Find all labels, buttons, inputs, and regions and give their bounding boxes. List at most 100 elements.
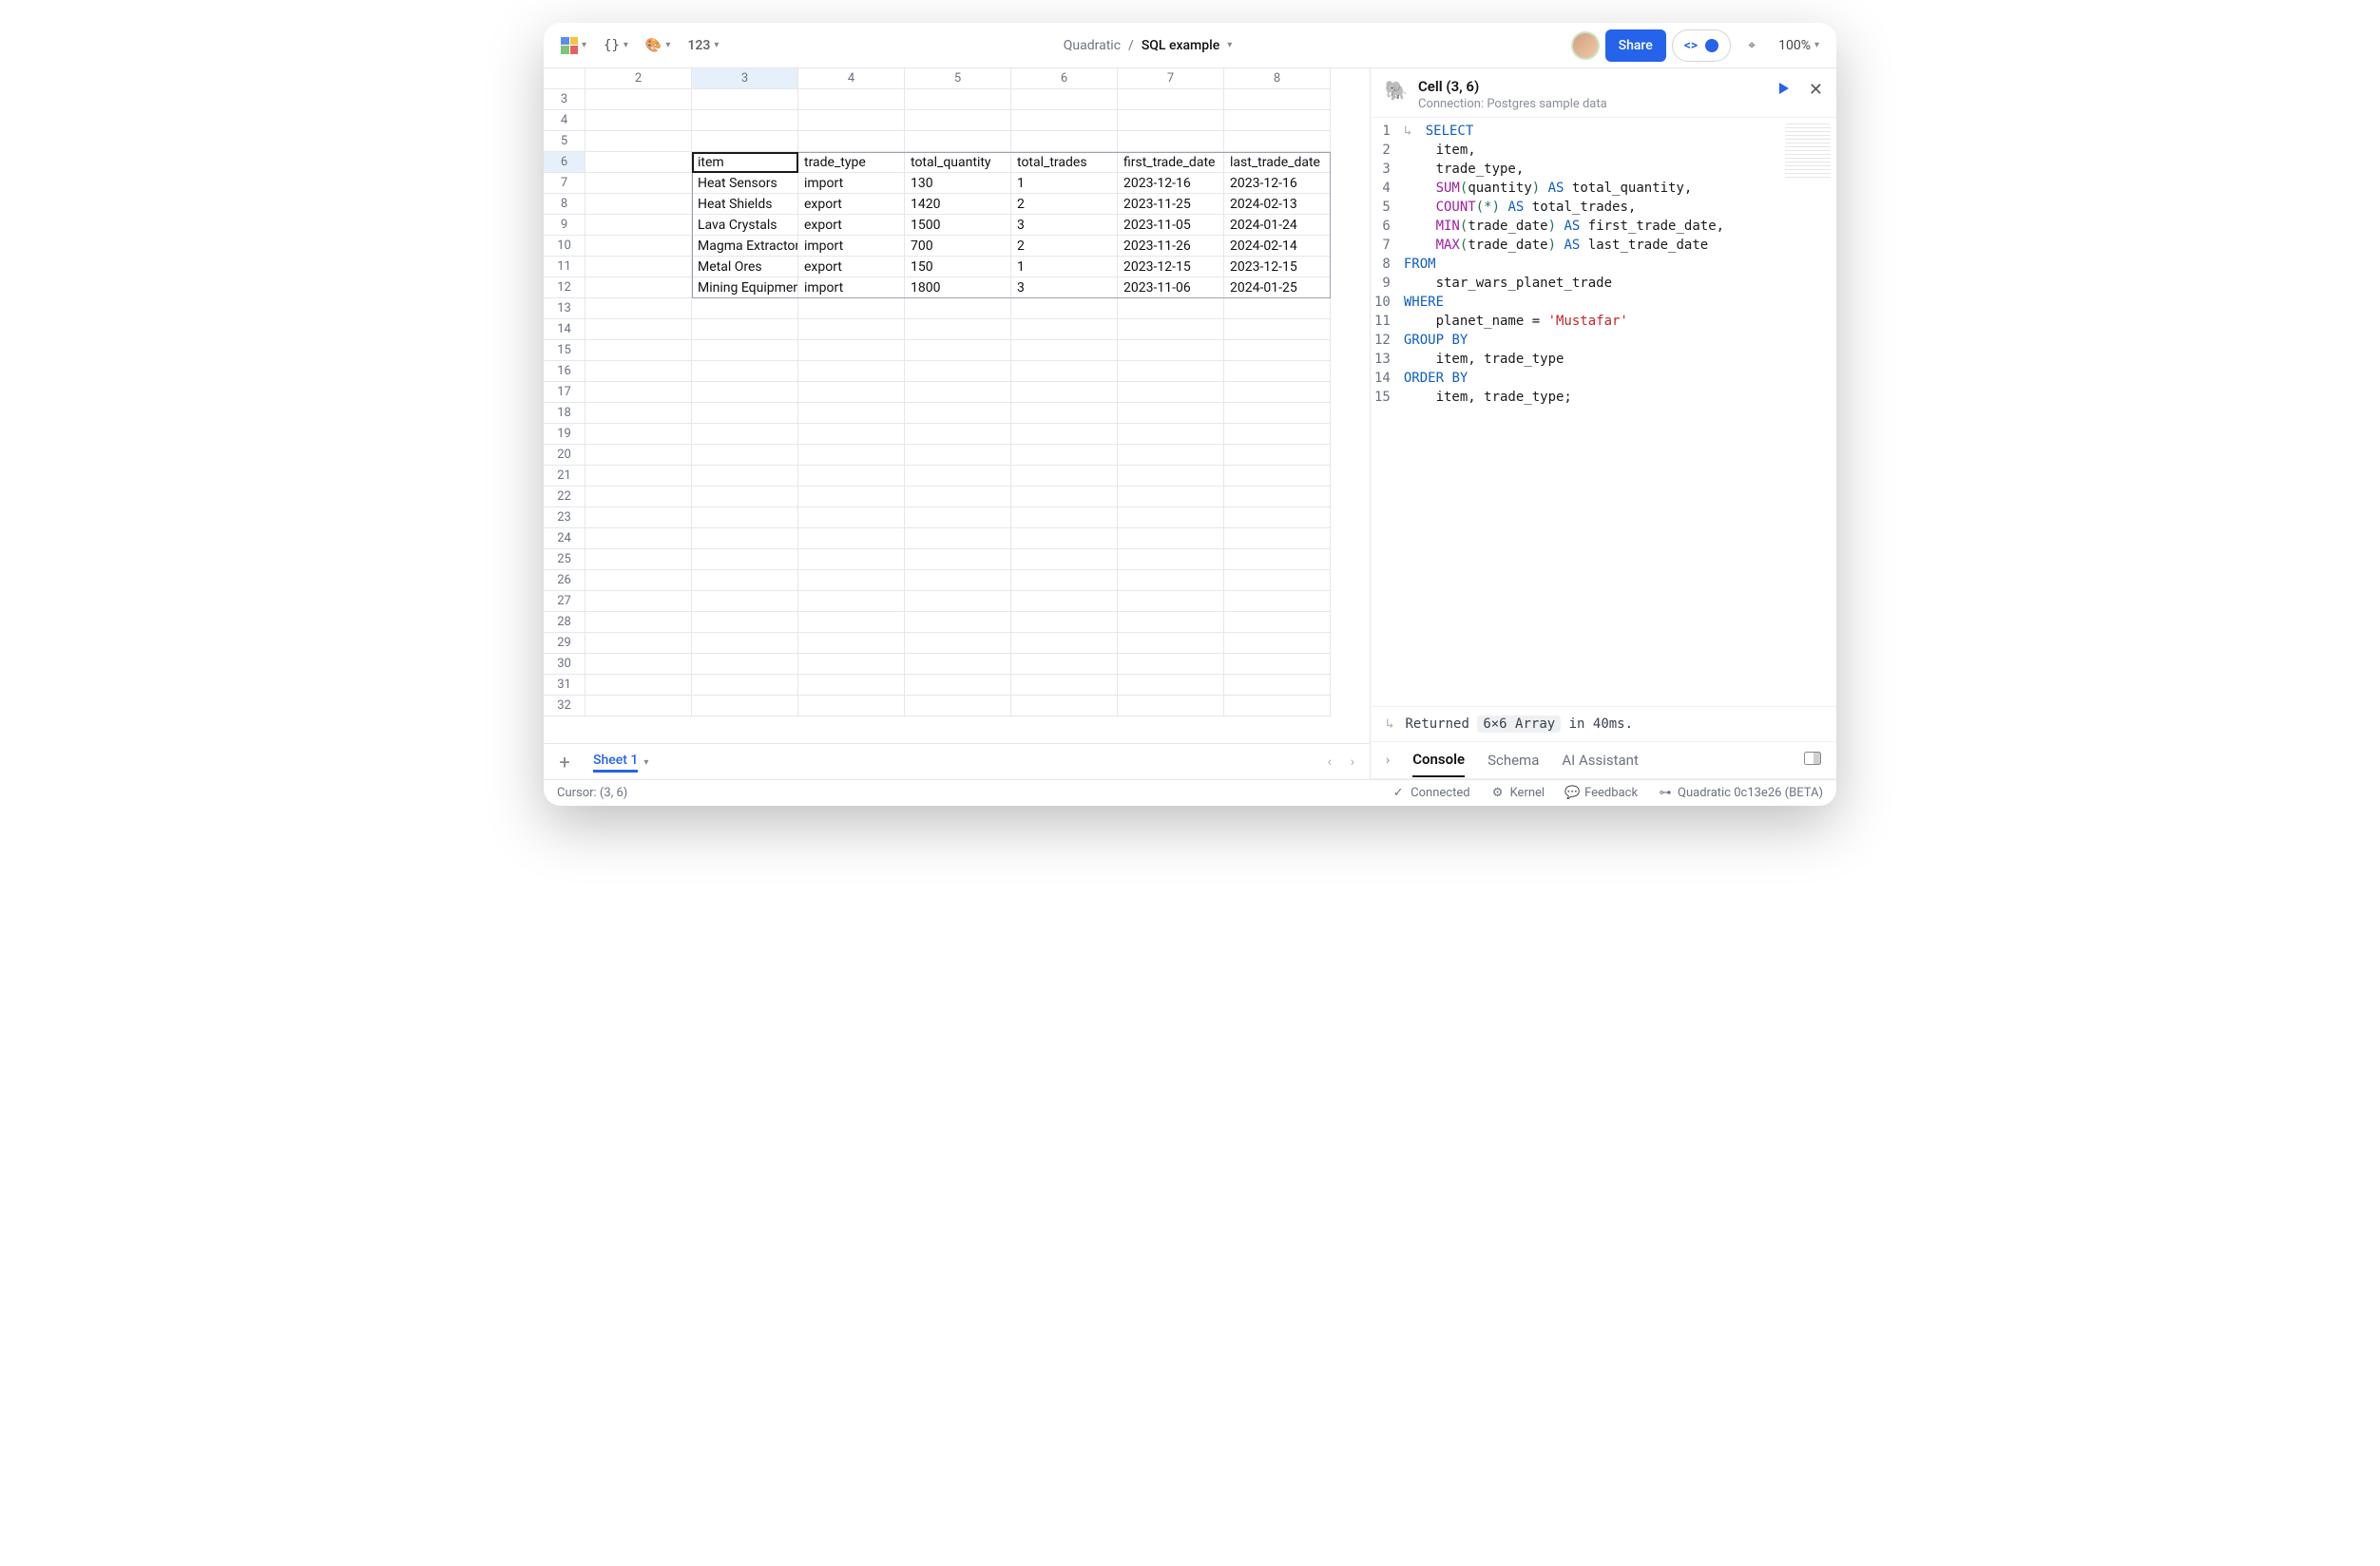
- cell[interactable]: [692, 110, 798, 131]
- row-header[interactable]: 8: [544, 194, 585, 215]
- cell[interactable]: [1224, 675, 1331, 696]
- cell[interactable]: [905, 549, 1011, 570]
- grid[interactable]: 23456783456itemtrade_typetotal_quantityt…: [544, 68, 1370, 716]
- minimap[interactable]: [1785, 124, 1831, 181]
- cell[interactable]: [1011, 570, 1118, 591]
- row-header[interactable]: 28: [544, 612, 585, 633]
- cell[interactable]: [585, 424, 692, 445]
- code-line[interactable]: trade_type,: [1404, 160, 1833, 179]
- cell[interactable]: [585, 403, 692, 424]
- code-line[interactable]: planet_name = 'Mustafar': [1404, 312, 1833, 331]
- cell[interactable]: [1118, 487, 1224, 507]
- cell[interactable]: [692, 403, 798, 424]
- sheet-tab[interactable]: Sheet 1 ▾: [582, 746, 660, 778]
- row-header[interactable]: 13: [544, 298, 585, 319]
- row-header[interactable]: 15: [544, 340, 585, 361]
- cell[interactable]: [585, 319, 692, 340]
- row-header[interactable]: 23: [544, 507, 585, 528]
- cell[interactable]: [1118, 403, 1224, 424]
- code-line[interactable]: MIN(trade_date) AS first_trade_date,: [1404, 217, 1833, 236]
- cell[interactable]: [1118, 633, 1224, 654]
- row-header[interactable]: 31: [544, 675, 585, 696]
- row-header[interactable]: 14: [544, 319, 585, 340]
- cell[interactable]: [585, 152, 692, 173]
- cell[interactable]: [585, 131, 692, 152]
- cell[interactable]: [1224, 298, 1331, 319]
- cell[interactable]: [798, 487, 905, 507]
- row-header[interactable]: 20: [544, 445, 585, 466]
- cell[interactable]: [692, 445, 798, 466]
- code-line[interactable]: COUNT(*) AS total_trades,: [1404, 198, 1833, 217]
- cell[interactable]: 2: [1011, 236, 1118, 257]
- cell[interactable]: 2023-11-26: [1118, 236, 1224, 257]
- avatar[interactable]: [1571, 31, 1600, 60]
- cell[interactable]: last_trade_date: [1224, 152, 1331, 173]
- cell[interactable]: first_trade_date: [1118, 152, 1224, 173]
- cell[interactable]: [692, 570, 798, 591]
- command-palette-button[interactable]: ⌖: [1737, 30, 1767, 61]
- cell[interactable]: [1224, 466, 1331, 487]
- cell[interactable]: [1118, 424, 1224, 445]
- cell[interactable]: [798, 507, 905, 528]
- cell[interactable]: [798, 445, 905, 466]
- tabs-next-button[interactable]: ›: [1343, 754, 1362, 770]
- cell[interactable]: import: [798, 236, 905, 257]
- row-header[interactable]: 10: [544, 236, 585, 257]
- tab-console[interactable]: Console: [1412, 743, 1465, 777]
- cell[interactable]: [1118, 466, 1224, 487]
- cell[interactable]: [1118, 675, 1224, 696]
- cell[interactable]: 3: [1011, 215, 1118, 236]
- cell[interactable]: [905, 654, 1011, 675]
- cell[interactable]: [1011, 298, 1118, 319]
- cell[interactable]: [585, 549, 692, 570]
- cell[interactable]: [585, 257, 692, 277]
- cell[interactable]: [798, 131, 905, 152]
- cell[interactable]: [1118, 612, 1224, 633]
- row-header[interactable]: 25: [544, 549, 585, 570]
- cell[interactable]: [585, 487, 692, 507]
- cell[interactable]: [585, 340, 692, 361]
- code-line[interactable]: item, trade_type;: [1404, 388, 1833, 407]
- cell[interactable]: 150: [905, 257, 1011, 277]
- row-header[interactable]: 12: [544, 277, 585, 298]
- cell[interactable]: [692, 340, 798, 361]
- cell[interactable]: [798, 340, 905, 361]
- cell[interactable]: [905, 110, 1011, 131]
- cell[interactable]: [905, 361, 1011, 382]
- cell[interactable]: [692, 298, 798, 319]
- code-line[interactable]: ↳ SELECT: [1404, 122, 1833, 141]
- row-header[interactable]: 19: [544, 424, 585, 445]
- cell[interactable]: [585, 361, 692, 382]
- code-line[interactable]: FROM: [1404, 255, 1833, 274]
- cell[interactable]: [1224, 403, 1331, 424]
- cell[interactable]: [692, 382, 798, 403]
- cell[interactable]: [1011, 654, 1118, 675]
- cell[interactable]: [1011, 445, 1118, 466]
- cell[interactable]: [1118, 361, 1224, 382]
- share-button[interactable]: Share: [1605, 29, 1666, 62]
- cell[interactable]: [692, 675, 798, 696]
- cell[interactable]: [1011, 549, 1118, 570]
- cell[interactable]: [585, 507, 692, 528]
- cell[interactable]: [585, 445, 692, 466]
- cell[interactable]: [585, 466, 692, 487]
- row-header[interactable]: 3: [544, 89, 585, 110]
- cell[interactable]: [798, 382, 905, 403]
- cell[interactable]: [798, 675, 905, 696]
- code-line[interactable]: item, trade_type: [1404, 350, 1833, 369]
- cell[interactable]: [1224, 696, 1331, 716]
- cell[interactable]: [798, 424, 905, 445]
- cell[interactable]: [692, 528, 798, 549]
- row-header[interactable]: 11: [544, 257, 585, 277]
- cell[interactable]: [798, 633, 905, 654]
- cell[interactable]: [692, 466, 798, 487]
- cell[interactable]: [692, 654, 798, 675]
- cell[interactable]: trade_type: [798, 152, 905, 173]
- row-header[interactable]: 21: [544, 466, 585, 487]
- cell[interactable]: [905, 382, 1011, 403]
- cell[interactable]: [1224, 424, 1331, 445]
- code-line[interactable]: GROUP BY: [1404, 331, 1833, 350]
- row-header[interactable]: 22: [544, 487, 585, 507]
- cell[interactable]: [692, 633, 798, 654]
- cell[interactable]: [798, 528, 905, 549]
